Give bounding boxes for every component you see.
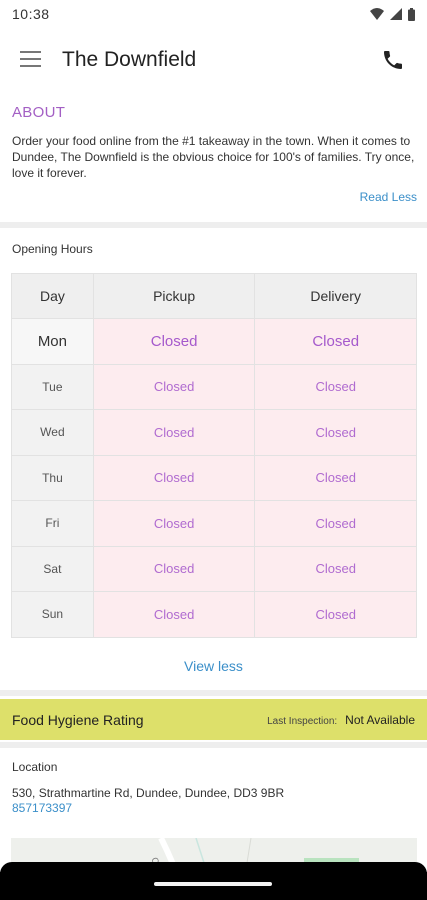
last-inspection: Last Inspection: Not Available <box>267 713 415 727</box>
food-hygiene-title: Food Hygiene Rating <box>12 711 144 728</box>
divider <box>0 742 427 748</box>
app-bar: The Downfield <box>0 36 427 84</box>
signal-icon <box>390 8 402 20</box>
phone-number-link[interactable]: 857173397 <box>12 801 72 815</box>
pickup-cell: Closed <box>92 545 256 592</box>
delivery-cell: Closed <box>254 545 417 592</box>
table-header-row: Day Pickup Delivery <box>11 273 417 319</box>
table-row: Tue Closed Closed <box>11 363 417 410</box>
delivery-cell: Closed <box>254 318 417 365</box>
food-hygiene-bar: Food Hygiene Rating Last Inspection: Not… <box>0 699 427 740</box>
day-cell: Thu <box>11 454 94 501</box>
day-cell: Wed <box>11 409 94 456</box>
delivery-cell: Closed <box>254 454 417 501</box>
table-row: Sat Closed Closed <box>11 545 417 592</box>
location-label: Location <box>12 760 58 774</box>
system-nav-bar <box>0 862 427 900</box>
read-less-link[interactable]: Read Less <box>360 190 417 204</box>
table-row: Wed Closed Closed <box>11 409 417 456</box>
header-pickup: Pickup <box>92 273 256 319</box>
pickup-cell: Closed <box>92 363 256 410</box>
day-cell: Sun <box>11 591 94 638</box>
header-delivery: Delivery <box>254 273 417 319</box>
about-section: ABOUT Order your food online from the #1… <box>0 104 427 204</box>
about-text: Order your food online from the #1 takea… <box>12 134 415 180</box>
table-row: Thu Closed Closed <box>11 454 417 501</box>
last-inspection-label: Last Inspection: <box>267 715 338 727</box>
header-day: Day <box>11 273 94 319</box>
day-cell: Mon <box>11 318 94 365</box>
opening-hours-label: Opening Hours <box>12 242 93 256</box>
table-row: Sun Closed Closed <box>11 591 417 638</box>
delivery-cell: Closed <box>254 409 417 456</box>
status-bar: 10:38 <box>0 0 427 28</box>
pickup-cell: Closed <box>92 500 256 547</box>
phone-icon[interactable] <box>381 48 405 72</box>
divider <box>0 222 427 228</box>
pickup-cell: Closed <box>92 318 256 365</box>
menu-icon[interactable] <box>20 51 41 67</box>
pickup-cell: Closed <box>92 409 256 456</box>
delivery-cell: Closed <box>254 363 417 410</box>
table-row: Fri Closed Closed <box>11 500 417 547</box>
about-heading: ABOUT <box>12 104 66 121</box>
day-cell: Sat <box>11 545 94 592</box>
table-row: Mon Closed Closed <box>11 318 417 365</box>
delivery-cell: Closed <box>254 500 417 547</box>
battery-icon <box>408 7 415 21</box>
status-time: 10:38 <box>12 6 50 22</box>
pickup-cell: Closed <box>92 591 256 638</box>
delivery-cell: Closed <box>254 591 417 638</box>
page-title: The Downfield <box>62 48 197 71</box>
day-cell: Fri <box>11 500 94 547</box>
view-less-link[interactable]: View less <box>0 658 427 674</box>
status-icons <box>370 7 415 21</box>
day-cell: Tue <box>11 363 94 410</box>
wifi-icon <box>370 8 384 20</box>
home-indicator[interactable] <box>154 882 272 886</box>
opening-hours-table: Day Pickup Delivery Mon Closed Closed Tu… <box>11 273 417 638</box>
divider <box>0 690 427 696</box>
last-inspection-value: Not Available <box>345 712 415 727</box>
pickup-cell: Closed <box>92 454 256 501</box>
address-text: 530, Strathmartine Rd, Dundee, Dundee, D… <box>12 786 285 800</box>
